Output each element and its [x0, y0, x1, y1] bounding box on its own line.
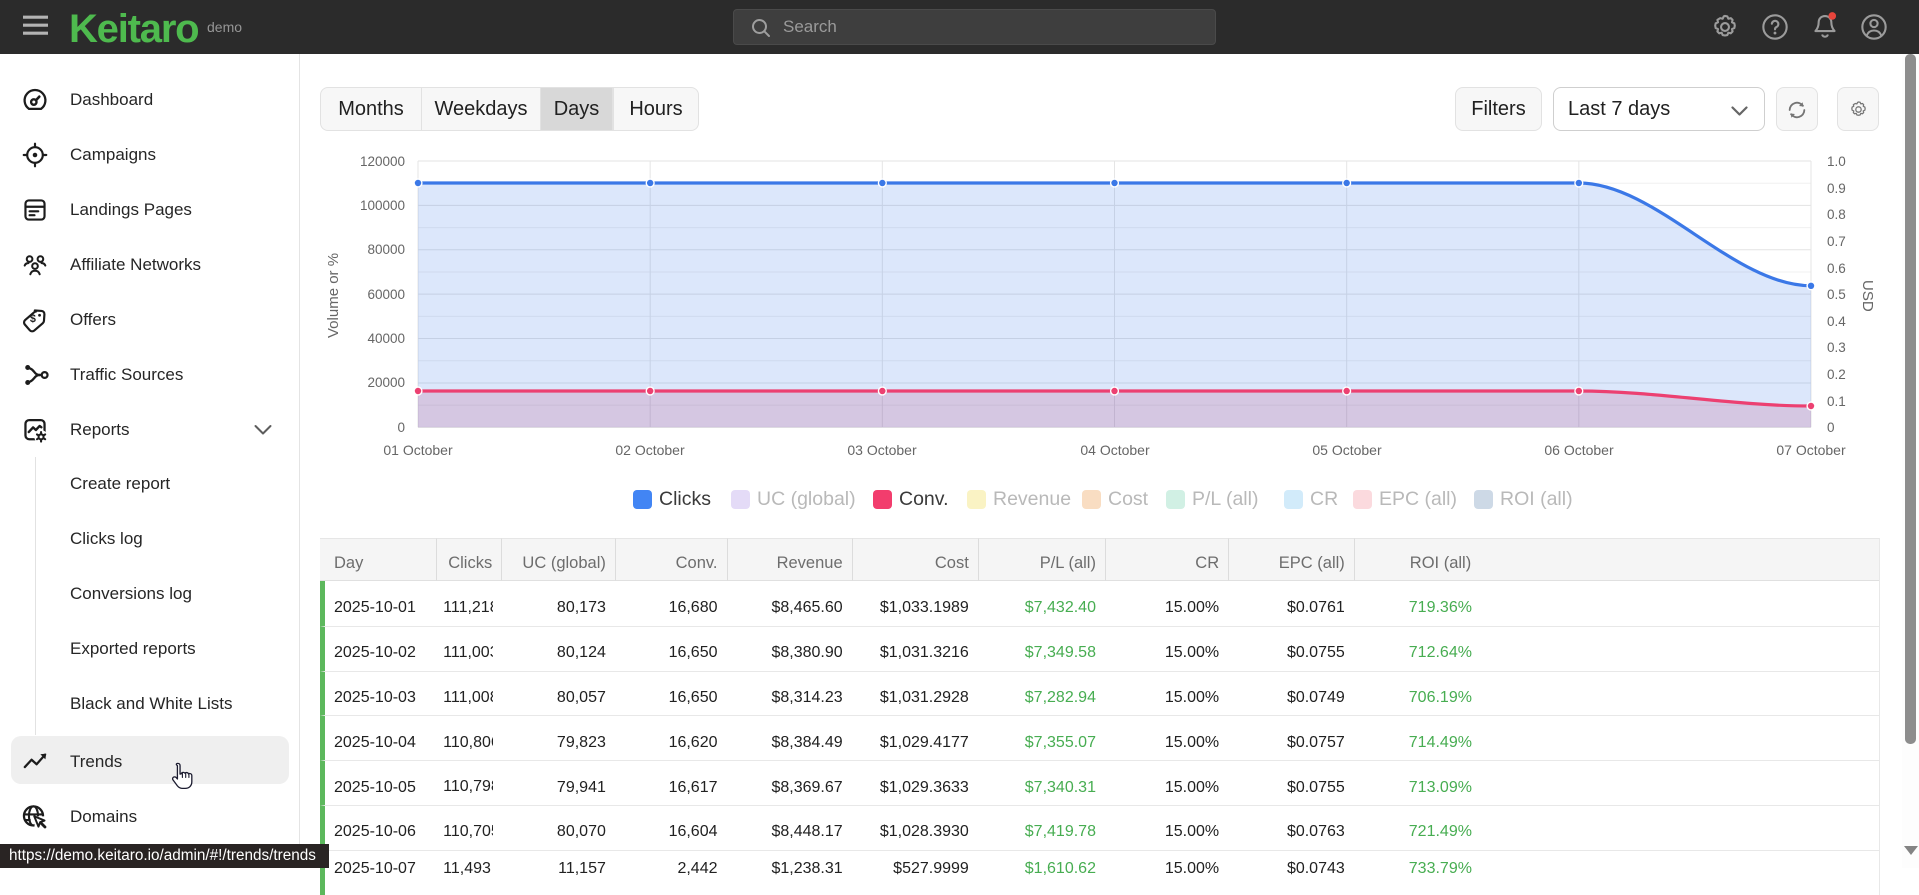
svg-text:$: $ [30, 312, 36, 324]
